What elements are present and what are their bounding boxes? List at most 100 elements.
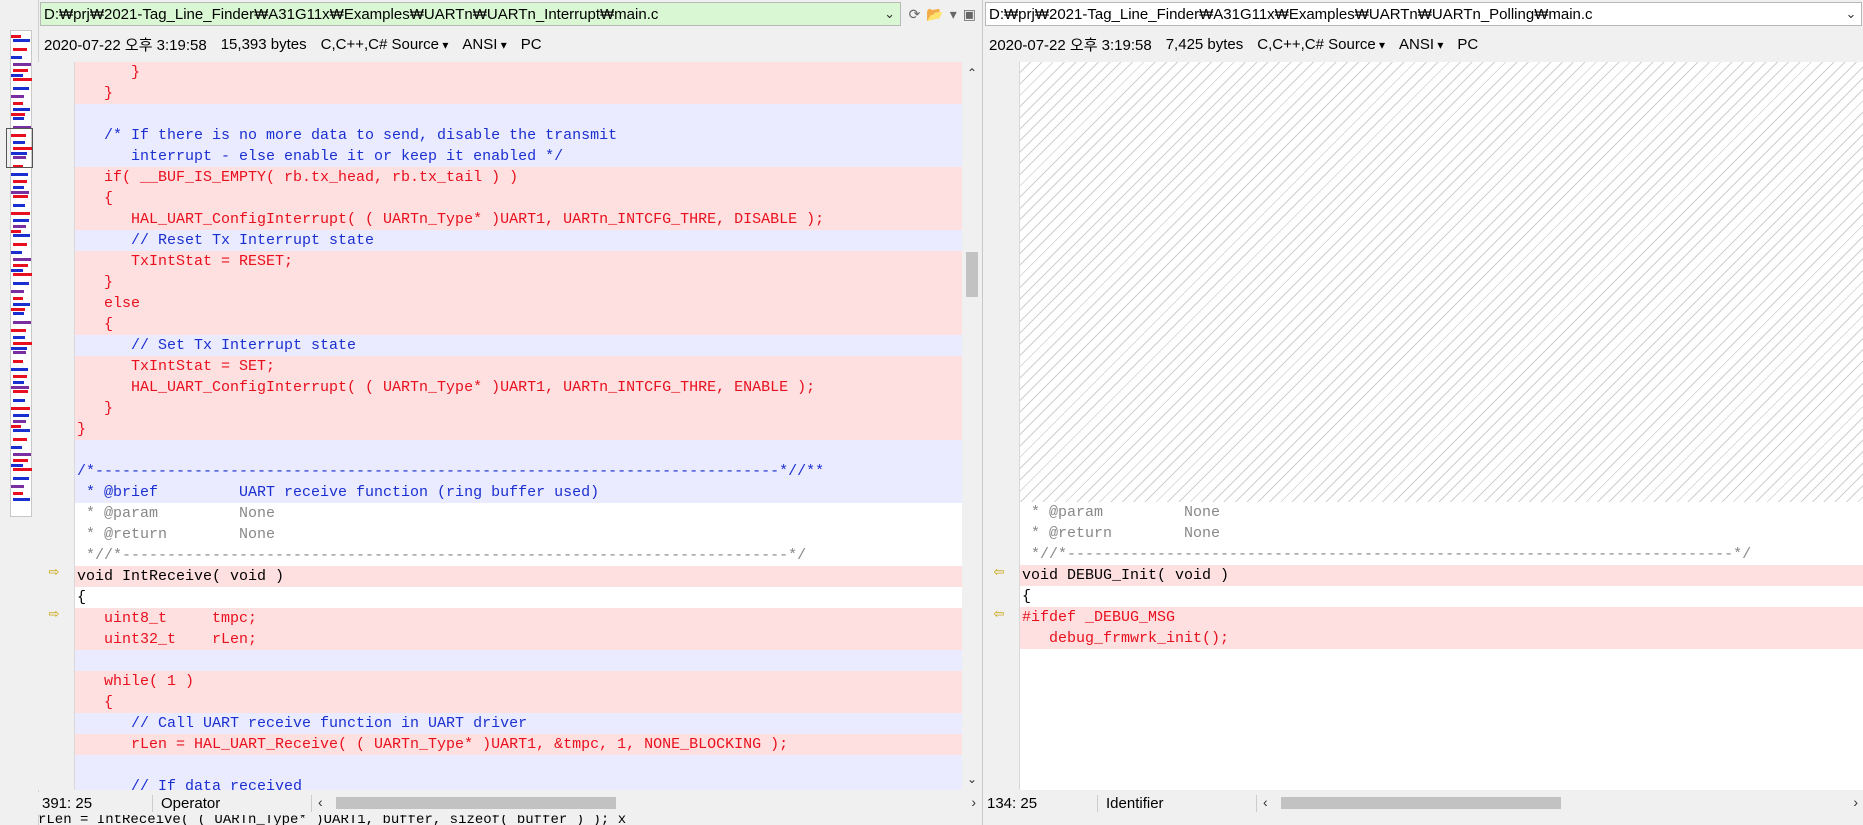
code-line[interactable]: debug_frmwrk_init(); <box>1020 628 1863 649</box>
open-folder-icon[interactable]: 📂 <box>926 6 943 23</box>
save-icon[interactable]: ▣ <box>963 6 976 23</box>
code-line[interactable]: // Call UART receive function in UART dr… <box>75 713 962 734</box>
right-hscroll-thumb[interactable] <box>1281 797 1561 809</box>
code-line[interactable]: *//*------------------------------------… <box>75 545 962 566</box>
diff-arrow-icon[interactable]: ⇨ <box>44 607 64 621</box>
overview-diff-marker <box>13 414 29 417</box>
code-line[interactable]: { <box>75 587 962 608</box>
left-scroll-thumb[interactable] <box>966 252 978 297</box>
overview-diff-marker <box>11 425 21 428</box>
code-line[interactable]: // If data received <box>75 776 962 790</box>
overview-diff-marker <box>11 308 25 311</box>
code-line[interactable]: { <box>75 188 962 209</box>
right-editor[interactable]: ⇦ ⇦ * @param None * @return None *//*---… <box>983 62 1863 790</box>
overview-diff-marker <box>11 290 24 293</box>
diff-arrow-icon[interactable]: ⇨ <box>44 565 64 579</box>
overview-diff-marker <box>13 336 25 339</box>
scroll-left-icon[interactable]: ‹ <box>318 794 323 810</box>
scroll-right-icon[interactable]: › <box>971 794 976 810</box>
code-line[interactable]: } <box>75 83 962 104</box>
code-line[interactable]: *//*------------------------------------… <box>1020 544 1863 565</box>
code-line[interactable]: // Set Tx Interrupt state <box>75 335 962 356</box>
left-status-bar: 391: 25 Operator ‹ › <box>38 792 982 814</box>
right-file-type-dropdown[interactable]: C,C++,C# Source <box>1257 36 1385 53</box>
overview-diff-marker <box>13 492 23 495</box>
chevron-down-icon[interactable]: ⌄ <box>1841 6 1861 22</box>
right-encoding-dropdown[interactable]: ANSI <box>1399 36 1443 53</box>
code-line[interactable]: } <box>75 419 962 440</box>
diff-arrow-left-icon[interactable]: ⇦ <box>989 607 1009 621</box>
scroll-down-icon[interactable]: ⌄ <box>962 772 982 786</box>
right-path-combobox[interactable]: D:₩prj₩2021-Tag_Line_Finder₩A31G11x₩Exam… <box>985 2 1862 26</box>
right-eol-label[interactable]: PC <box>1457 36 1478 53</box>
code-line[interactable]: } <box>75 272 962 293</box>
code-line[interactable]: * @param None <box>1020 502 1863 523</box>
code-line[interactable]: #ifdef _DEBUG_MSG <box>1020 607 1863 628</box>
diff-overview-strip[interactable] <box>10 30 32 517</box>
code-line[interactable]: TxIntStat = SET; <box>75 356 962 377</box>
code-line[interactable]: { <box>1020 586 1863 607</box>
scroll-left-icon[interactable]: ‹ <box>1263 794 1268 810</box>
overview-diff-marker <box>13 243 27 246</box>
code-line[interactable]: } <box>75 62 962 83</box>
code-line[interactable]: while( 1 ) <box>75 671 962 692</box>
code-line[interactable]: if( __BUF_IS_EMPTY( rb.tx_head, rb.tx_ta… <box>75 167 962 188</box>
left-eol-label[interactable]: PC <box>521 36 542 53</box>
code-line[interactable] <box>75 650 962 671</box>
code-line[interactable]: /* If there is no more data to send, dis… <box>75 125 962 146</box>
code-line[interactable]: void DEBUG_Init( void ) <box>1020 565 1863 586</box>
code-line[interactable]: * @return None <box>1020 523 1863 544</box>
overview-diff-marker <box>11 368 28 371</box>
overview-diff-marker <box>13 219 29 222</box>
right-info-bar: 2020-07-22 오후 3:19:58 7,425 bytes C,C++,… <box>983 30 1863 58</box>
overview-diff-marker <box>13 468 32 471</box>
left-editor[interactable]: ⇨ ⇨ } } /* If there is no more data to s… <box>38 62 962 790</box>
code-line[interactable]: uint8_t tmpc; <box>75 608 962 629</box>
overview-diff-marker <box>13 477 29 480</box>
overview-diff-marker <box>11 407 30 410</box>
right-status-bar: 134: 25 Identifier ‹ › <box>983 792 1863 814</box>
reload-icon[interactable]: ⟳ <box>909 6 921 23</box>
code-line[interactable]: { <box>75 314 962 335</box>
open-menu-chevron-icon[interactable]: ▾ <box>950 6 957 23</box>
code-line[interactable]: } <box>75 398 962 419</box>
chevron-down-icon[interactable]: ⌄ <box>880 6 900 22</box>
scroll-up-icon[interactable]: ⌃ <box>962 66 982 80</box>
code-line[interactable]: TxIntStat = RESET; <box>75 251 962 272</box>
left-hscroll-thumb[interactable] <box>336 797 616 809</box>
right-horizontal-scrollbar[interactable]: ‹ › <box>1261 794 1863 812</box>
overview-diff-marker <box>13 102 23 105</box>
left-path-tools: ⟳ 📂 ▾ ▣ <box>903 6 982 23</box>
code-line[interactable]: else <box>75 293 962 314</box>
code-line[interactable]: /*--------------------------------------… <box>75 461 962 482</box>
code-line[interactable]: * @brief UART receive function (ring buf… <box>75 482 962 503</box>
overview-diff-marker <box>11 347 27 350</box>
left-horizontal-scrollbar[interactable]: ‹ › <box>316 794 982 812</box>
code-line[interactable]: * @param None <box>75 503 962 524</box>
code-line[interactable]: uint32_t rLen; <box>75 629 962 650</box>
left-vertical-scrollbar[interactable]: ⌃ ⌄ <box>962 62 982 790</box>
left-encoding-dropdown[interactable]: ANSI <box>462 36 506 53</box>
left-cursor-position: 391: 25 <box>38 794 153 812</box>
code-line[interactable]: HAL_UART_ConfigInterrupt( ( UARTn_Type* … <box>75 377 962 398</box>
code-line[interactable]: // Reset Tx Interrupt state <box>75 230 962 251</box>
diff-overview-map[interactable] <box>0 0 39 825</box>
code-line[interactable]: rLen = HAL_UART_Receive( ( UARTn_Type* )… <box>75 734 962 755</box>
code-line[interactable]: * @return None <box>75 524 962 545</box>
code-line[interactable] <box>75 755 962 776</box>
code-line[interactable]: HAL_UART_ConfigInterrupt( ( UARTn_Type* … <box>75 209 962 230</box>
scroll-right-icon[interactable]: › <box>1853 794 1858 810</box>
code-line[interactable] <box>75 104 962 125</box>
overview-diff-marker <box>11 212 30 215</box>
left-code-lines[interactable]: } } /* If there is no more data to send,… <box>75 62 962 790</box>
left-file-type-dropdown[interactable]: C,C++,C# Source <box>321 36 449 53</box>
left-path-combobox[interactable]: D:₩prj₩2021-Tag_Line_Finder₩A31G11x₩Exam… <box>40 2 901 26</box>
diff-arrow-left-icon[interactable]: ⇦ <box>989 565 1009 579</box>
code-line[interactable] <box>75 440 962 461</box>
code-line[interactable]: void IntReceive( void ) <box>75 566 962 587</box>
right-code-lines[interactable]: * @param None * @return None *//*-------… <box>1020 502 1863 649</box>
overview-viewport-indicator[interactable] <box>6 128 33 168</box>
left-path-text: D:₩prj₩2021-Tag_Line_Finder₩A31G11x₩Exam… <box>44 5 659 23</box>
code-line[interactable]: { <box>75 692 962 713</box>
code-line[interactable]: interrupt - else enable it or keep it en… <box>75 146 962 167</box>
